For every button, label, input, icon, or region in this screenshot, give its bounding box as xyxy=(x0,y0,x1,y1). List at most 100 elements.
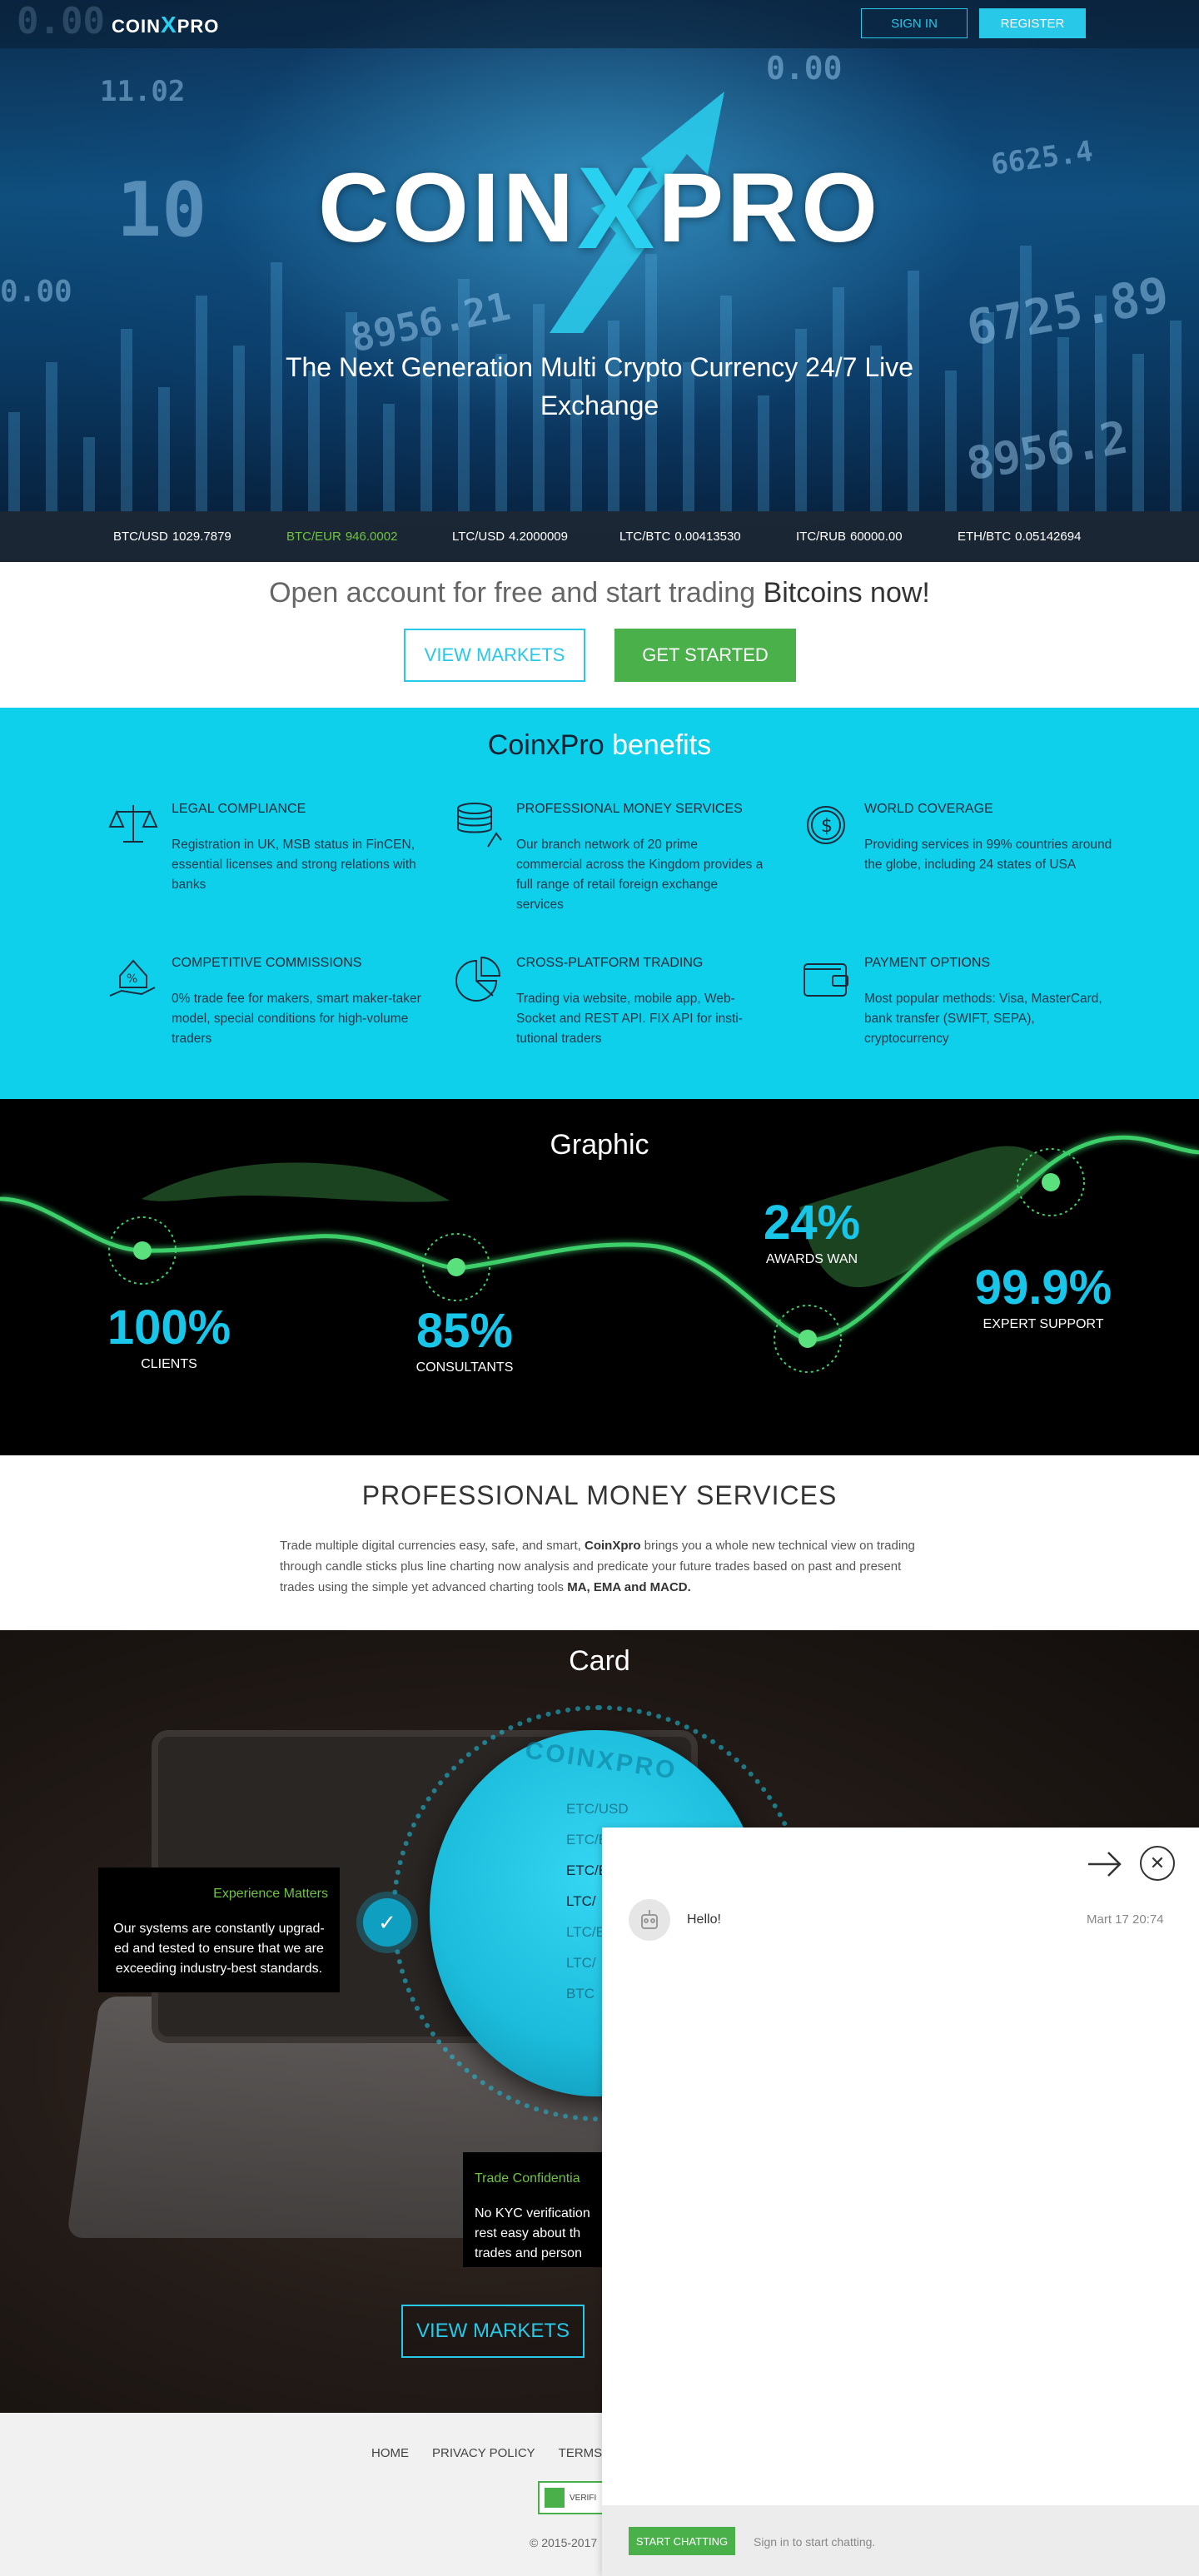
coin-stack-icon xyxy=(457,803,502,848)
benefit-competitive-commissions: % COMPETITIVE COMMISSIONS 0% trade fee f… xyxy=(109,956,421,1049)
stat-value: 24% xyxy=(763,1196,861,1250)
professional-services-section: PROFESSIONAL MONEY SERVICES Trade multip… xyxy=(0,1455,1199,1630)
ticker-value: 946.0002 xyxy=(345,530,398,544)
info-box-text: trades and person xyxy=(475,2246,582,2260)
benefit-professional-money-services: PROFESSIONAL MONEY SERVICES Our branch n… xyxy=(457,802,766,915)
site-logo[interactable]: COINXPRO xyxy=(112,12,219,38)
background-bar xyxy=(1170,321,1182,512)
dollar-circle-icon: $ xyxy=(807,806,845,844)
close-icon[interactable]: ✕ xyxy=(1140,1846,1175,1881)
graphic-area-1 xyxy=(142,1162,450,1202)
wallet-icon xyxy=(803,963,848,997)
card-view-markets-button[interactable]: VIEW MARKETS xyxy=(401,2305,585,2358)
stat-awards: 24% AWARDS WAN xyxy=(758,1197,866,1267)
benefit-title: PROFESSIONAL MONEY SERVICES xyxy=(516,802,743,816)
ticker-item: ITC/RUB 60000.00 xyxy=(796,511,903,562)
hero-logo: COIN X PRO xyxy=(300,142,899,273)
background-bar xyxy=(8,412,20,512)
ticker-pair: LTC/USD xyxy=(452,530,505,544)
ticker-item: LTC/BTC 0.00413530 xyxy=(619,511,741,562)
chat-message: Hello! xyxy=(687,1912,721,1927)
stat-clients: 100% CLIENTS xyxy=(107,1302,231,1372)
benefit-description: Trading via website, mobile app, Web-Soc… xyxy=(516,992,743,1046)
ticker-value: 4.2000009 xyxy=(509,530,568,544)
background-bar xyxy=(46,362,57,512)
benefit-payment-options: PAYMENT OPTIONS Most popular methods: Vi… xyxy=(803,956,1114,1049)
svg-text:%: % xyxy=(127,972,137,986)
benefits-section: CoinxPro benefits LEGAL COMPLIANCE Regis… xyxy=(0,708,1199,1099)
benefit-description: Most popular methods: Visa, MasterCard, … xyxy=(864,992,1102,1046)
ticker-pair: ETH/BTC xyxy=(958,530,1012,544)
stat-consultants: 85% CONSULTANTS xyxy=(406,1305,523,1375)
sign-in-button[interactable]: SIGN IN xyxy=(861,8,968,38)
stat-value: 85% xyxy=(415,1304,514,1358)
chat-signin-hint: Sign in to start chatting. xyxy=(754,2535,876,2549)
open-account-headline: Open account for free and start trading … xyxy=(269,577,930,609)
footer-links: HOME PRIVACY POLICY TERMS C xyxy=(371,2446,638,2460)
badge-text: VERIFI xyxy=(570,2493,597,2503)
graphic-title: Graphic xyxy=(550,1129,649,1161)
info-box-text: Our systems are constantly upgrad-ed and… xyxy=(113,1922,325,1976)
arrow-right-icon[interactable] xyxy=(1085,1844,1125,1884)
stat-label: CONSULTANTS xyxy=(415,1360,514,1375)
hero-tagline: The Next Generation Multi Crypto Currenc… xyxy=(285,352,914,420)
stat-label: EXPERT SUPPORT xyxy=(983,1317,1104,1331)
benefit-description: 0% trade fee for makers, smart maker-tak… xyxy=(172,992,421,1046)
start-chatting-button[interactable]: START CHATTING xyxy=(629,2527,735,2555)
register-button[interactable]: REGISTER xyxy=(979,8,1086,38)
footer-link-home[interactable]: HOME xyxy=(371,2446,409,2460)
background-bar xyxy=(945,370,957,512)
copyright: © 2015-2017 xyxy=(530,2536,598,2549)
chat-footer: START CHATTING Sign in to start chatting… xyxy=(602,2505,1199,2576)
footer-link-privacy[interactable]: PRIVACY POLICY xyxy=(432,2446,535,2460)
ticker-value: 60000.00 xyxy=(850,530,903,544)
background-bar xyxy=(1132,354,1144,512)
background-bar xyxy=(121,329,132,512)
percent-hand-icon: % xyxy=(109,959,156,997)
benefit-description: Providing services in 99% countries arou… xyxy=(864,838,1112,872)
logo-x-letter: X xyxy=(576,142,659,273)
ticker-item: BTC/USD 1029.7879 xyxy=(113,511,231,562)
ticker-pair: ITC/RUB xyxy=(796,530,846,544)
scales-icon xyxy=(108,805,158,843)
benefit-title: PAYMENT OPTIONS xyxy=(864,956,991,970)
benefits-title: CoinxPro benefits xyxy=(487,729,712,761)
info-box-text: No KYC verification xyxy=(475,2206,590,2220)
top-navigation-bar: COINXPRO SIGN IN REGISTER xyxy=(0,0,1199,48)
ticker-item: BTC/EUR 946.0002 xyxy=(286,511,397,562)
chat-message-time: Mart 17 20:74 xyxy=(1087,1912,1164,1927)
background-bar xyxy=(83,437,95,512)
ticker-pair: LTC/BTC xyxy=(619,530,671,544)
ticker-value: 0.05142694 xyxy=(1015,530,1082,544)
logo-x-letter: X xyxy=(161,12,177,37)
svg-text:$: $ xyxy=(821,816,833,837)
ticker-value: 1029.7879 xyxy=(172,530,231,544)
benefit-legal-compliance: LEGAL COMPLIANCE Registration in UK, MSB… xyxy=(108,802,421,895)
coin-pair-item: ETC/USD xyxy=(566,1801,629,1817)
benefit-description: Registration in UK, MSB status in FinCEN… xyxy=(172,838,416,892)
pie-chart-icon xyxy=(455,956,501,1002)
benefit-title: CROSS-PLATFORM TRADING xyxy=(516,956,704,970)
stat-expert-support: 99.9% EXPERT SUPPORT xyxy=(966,1262,1121,1332)
benefit-world-coverage: $ WORLD COVERAGE Providing services in 9… xyxy=(807,802,1114,875)
price-ticker-bar: BTC/USD 1029.7879 BTC/EUR 946.0002 LTC/USD 4.… xyxy=(0,511,1199,562)
professional-services-title: PROFESSIONAL MONEY SERVICES xyxy=(361,1480,838,1510)
stat-value: 100% xyxy=(107,1300,231,1355)
stat-value: 99.9% xyxy=(974,1261,1112,1315)
bot-avatar-icon xyxy=(629,1899,670,1941)
ticker-item: ETH/BTC 0.05142694 xyxy=(958,511,1081,562)
get-started-button[interactable]: GET STARTED xyxy=(614,629,796,682)
stat-label: AWARDS WAN xyxy=(765,1252,858,1266)
graphic-section: Graphic 100% CLIENTS 85% CONSULTANTS 24% AW… xyxy=(0,1099,1199,1455)
ticker-item: LTC/USD 4.2000009 xyxy=(452,511,568,562)
ticker-value: 0.00413530 xyxy=(674,530,741,544)
professional-services-text: Trade multiple digital currencies easy, … xyxy=(280,1539,915,1594)
info-box-title: Trade Confidentia xyxy=(475,2171,580,2186)
info-box-text: rest easy about th xyxy=(475,2226,581,2240)
check-icon: ✓ xyxy=(363,1898,411,1947)
shield-icon xyxy=(545,2488,565,2508)
open-account-section: Open account for free and start trading … xyxy=(0,562,1199,708)
view-markets-button[interactable]: VIEW MARKETS xyxy=(404,629,585,682)
hero-section: 0.00 11.02 10 0.00 8956.21 6725.89 8956.… xyxy=(0,0,1199,562)
background-bar xyxy=(196,296,207,512)
